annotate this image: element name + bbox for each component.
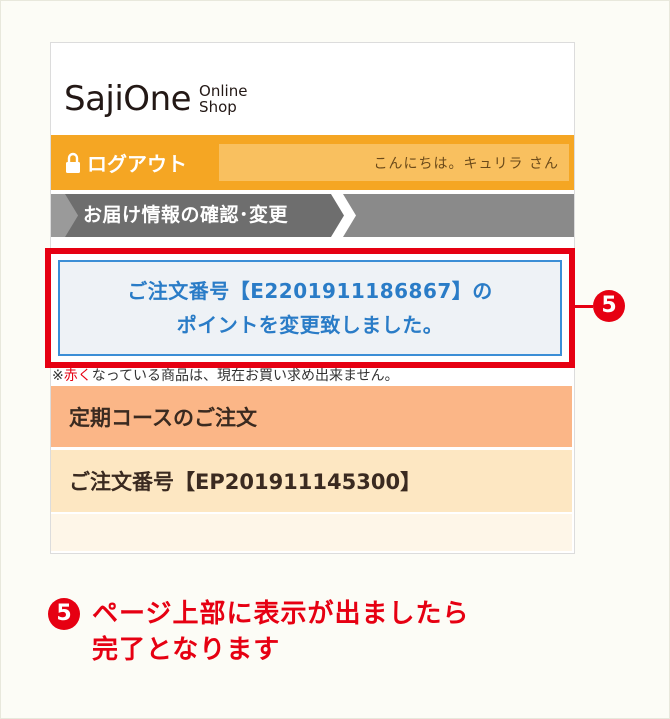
caption-line-2: 完了となります [92,635,281,665]
step-badge-number: 5 [56,601,72,626]
note-prefix: ※ [52,368,64,384]
logo-sub-line2: Shop [199,98,237,116]
step-badge-caption: 5 [48,598,80,630]
caption-text: ページ上部に表示が出ましたら 完了となります [92,596,469,668]
logo-sub-text: Online Shop [199,83,247,115]
callout-connector-line [575,305,593,308]
lock-icon [66,152,80,173]
note-suffix: なっている商品は、現在お買い求め出来ません。 [91,368,399,384]
logo-sub-line1: Online [199,82,248,100]
course-title: 定期コースのご注文 [69,405,257,430]
caption-line-1: ページ上部に表示が出ましたら [92,599,470,629]
unavailable-items-note: ※赤くなっている商品は、現在お買い求め出来ません。 [52,366,572,386]
notice-line-1: ご注文番号【E2201911186867】の [127,279,493,303]
order-detail-area [51,514,572,551]
subscription-course-header: 定期コースのご注文 [51,386,572,447]
notice-line-2: ポイントを変更致しました。 [176,313,444,337]
logout-label: ログアウト [87,152,187,176]
order-number-text: ご注文番号【EP201911145300】 [69,470,422,494]
breadcrumb-label: お届け情報の確認･変更 [83,204,289,226]
note-red-word: 赤く [63,368,92,384]
greeting-box: こんにちは。キュリラ さん [219,144,569,181]
logo-main-text: SajiOne [64,79,192,119]
breadcrumb: お届け情報の確認･変更 [51,194,574,237]
points-changed-notice: ご注文番号【E2201911186867】の ポイントを変更致しました。 [58,260,562,356]
greeting-text: こんにちは。キュリラ さん [373,155,559,172]
step-caption: 5 ページ上部に表示が出ましたら 完了となります [48,596,469,668]
account-bar: ログアウト こんにちは。キュリラ さん [51,135,574,190]
logout-button[interactable]: ログアウト [65,135,187,190]
step-badge-notice: 5 [593,290,625,322]
notice-highlight-frame: ご注文番号【E2201911186867】の ポイントを変更致しました。 [45,248,575,368]
site-logo[interactable]: SajiOne Online Shop [64,77,247,121]
order-number-row: ご注文番号【EP201911145300】 [51,450,572,512]
step-badge-number: 5 [601,293,617,318]
